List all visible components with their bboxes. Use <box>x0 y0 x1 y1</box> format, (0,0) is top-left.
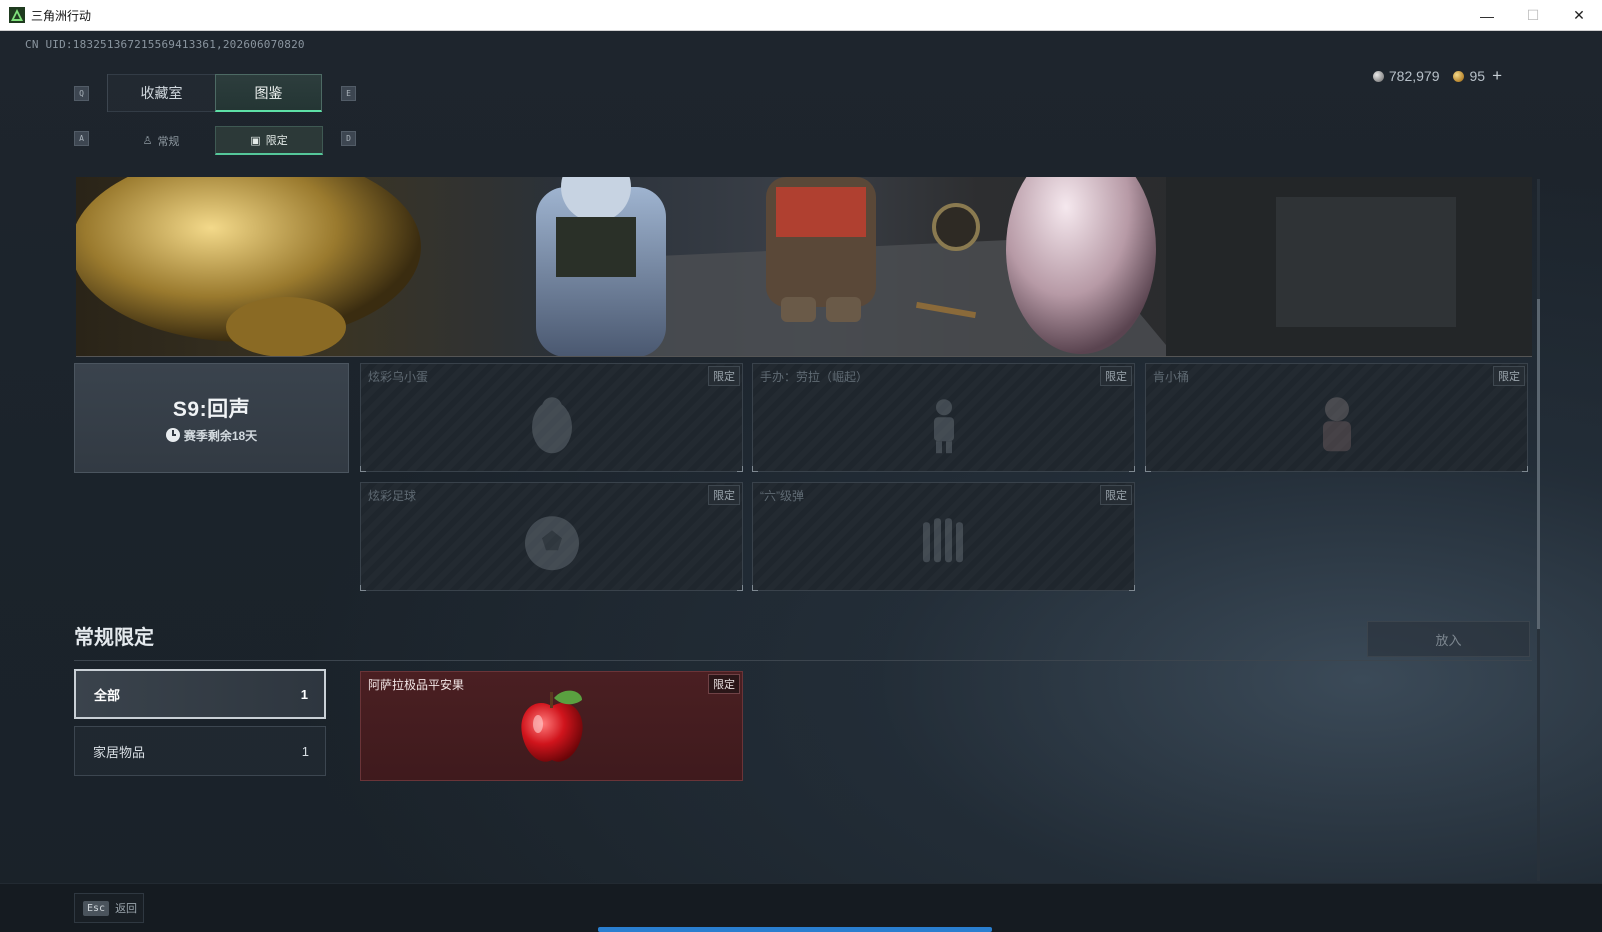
bullet-hand-silhouette-icon <box>922 517 963 562</box>
gold-amount: 95 <box>1469 68 1486 84</box>
item-card[interactable]: 手办：劳拉（崛起） 限定 <box>752 363 1135 472</box>
silver-coin-icon <box>1372 70 1384 82</box>
tab-limited[interactable]: ▣ 限定 <box>215 126 323 155</box>
game-area: CN UID:1832513672155694133​61,2026060708… <box>0 31 1602 932</box>
tab-collection-room[interactable]: 收藏室 <box>108 74 215 112</box>
item-card[interactable]: 炫彩足球 限定 <box>360 482 743 591</box>
figure-silhouette-icon <box>933 398 954 453</box>
silver-amount: 782,979 <box>1388 68 1440 84</box>
item-name: 手办：劳拉（崛起） <box>760 370 869 384</box>
main-tabs: 收藏室 图鉴 <box>107 74 322 112</box>
season-remaining: 赛季剩余18天 <box>165 427 258 444</box>
item-name: 肯小桶 <box>1153 370 1190 384</box>
esc-key-hint: Esc <box>83 900 110 916</box>
category-all[interactable]: 全部 1 <box>74 669 326 719</box>
tab-limited-label: 限定 <box>265 135 288 147</box>
tab-regular-label: 常规 <box>157 135 180 148</box>
item-card[interactable]: 炫彩乌小蛋 限定 <box>360 363 743 472</box>
gold-currency: 95 + <box>1453 66 1502 86</box>
category-label: 家居物品 <box>93 744 146 760</box>
add-currency-button[interactable]: + <box>1492 66 1502 86</box>
bottom-bar: Esc 返回 <box>0 883 1602 932</box>
category-count: 1 <box>301 743 309 759</box>
key-d-hint: D <box>341 131 356 146</box>
tab-codex[interactable]: 图鉴 <box>215 74 322 112</box>
doll-silhouette-icon <box>1322 396 1351 451</box>
sub-tabs: ♙ 常规 ▣ 限定 <box>107 126 323 155</box>
key-q-hint: Q <box>74 86 89 101</box>
category-label: 全部 <box>94 687 121 703</box>
section-title: 常规限定 <box>74 627 154 649</box>
season-banner-image <box>76 177 1532 357</box>
figure-icon: ♙ <box>142 135 153 147</box>
season-remaining-text: 赛季剩余18天 <box>183 428 258 443</box>
item-name: 阿萨拉极品平安果 <box>368 678 465 692</box>
currency-display: 782,979 95 + <box>1372 66 1502 86</box>
item-name: 炫彩乌小蛋 <box>368 370 429 384</box>
minimize-button[interactable]: — <box>1464 0 1510 31</box>
image-icon: ▣ <box>250 134 261 147</box>
put-in-button[interactable]: 放入 <box>1367 621 1530 657</box>
loading-progress-bar <box>598 927 992 932</box>
category-home-items[interactable]: 家居物品 1 <box>74 726 326 776</box>
item-name: 炫彩足球 <box>368 489 417 503</box>
silver-currency: 782,979 <box>1372 68 1440 84</box>
item-card[interactable]: “六”级弹 限定 <box>752 482 1135 591</box>
scrollbar[interactable] <box>1537 179 1540 881</box>
window-titlebar: 三角洲行动 — ☐ ✕ <box>0 0 1602 31</box>
limited-badge: 限定 <box>1493 366 1525 386</box>
item-name: “六”级弹 <box>760 489 804 503</box>
football-silhouette-icon <box>524 515 579 570</box>
limited-badge: 限定 <box>1100 366 1132 386</box>
key-a-hint: A <box>74 131 89 146</box>
featured-item-card[interactable]: 阿萨拉极品平安果 限定 <box>360 671 743 781</box>
app-logo-icon <box>9 7 25 23</box>
limited-badge: 限定 <box>708 485 740 505</box>
tab-regular[interactable]: ♙ 常规 <box>107 126 215 155</box>
limited-badge: 限定 <box>1100 485 1132 505</box>
season-title: S9:回声 <box>172 397 251 421</box>
category-count: 1 <box>300 686 308 702</box>
limited-badge: 限定 <box>708 366 740 386</box>
key-e-hint: E <box>341 86 356 101</box>
close-button[interactable]: ✕ <box>1556 0 1602 31</box>
item-card[interactable]: 肯小桶 限定 <box>1145 363 1528 472</box>
bird-egg-silhouette-icon <box>531 396 572 453</box>
season-card[interactable]: S9:回声 赛季剩余18天 <box>74 363 349 473</box>
back-label: 返回 <box>115 903 138 915</box>
uid-label: CN UID:1832513672155694133​61,2026060708… <box>25 38 305 51</box>
maximize-button[interactable]: ☐ <box>1510 0 1556 31</box>
gold-coin-icon <box>1453 70 1465 82</box>
scrollbar-thumb[interactable] <box>1537 299 1540 629</box>
clock-icon <box>165 428 180 442</box>
limited-badge: 限定 <box>708 674 740 694</box>
section-divider <box>74 660 1532 661</box>
back-button[interactable]: Esc 返回 <box>74 893 144 923</box>
apple-icon <box>521 690 583 762</box>
window-title: 三角洲行动 <box>31 8 92 23</box>
